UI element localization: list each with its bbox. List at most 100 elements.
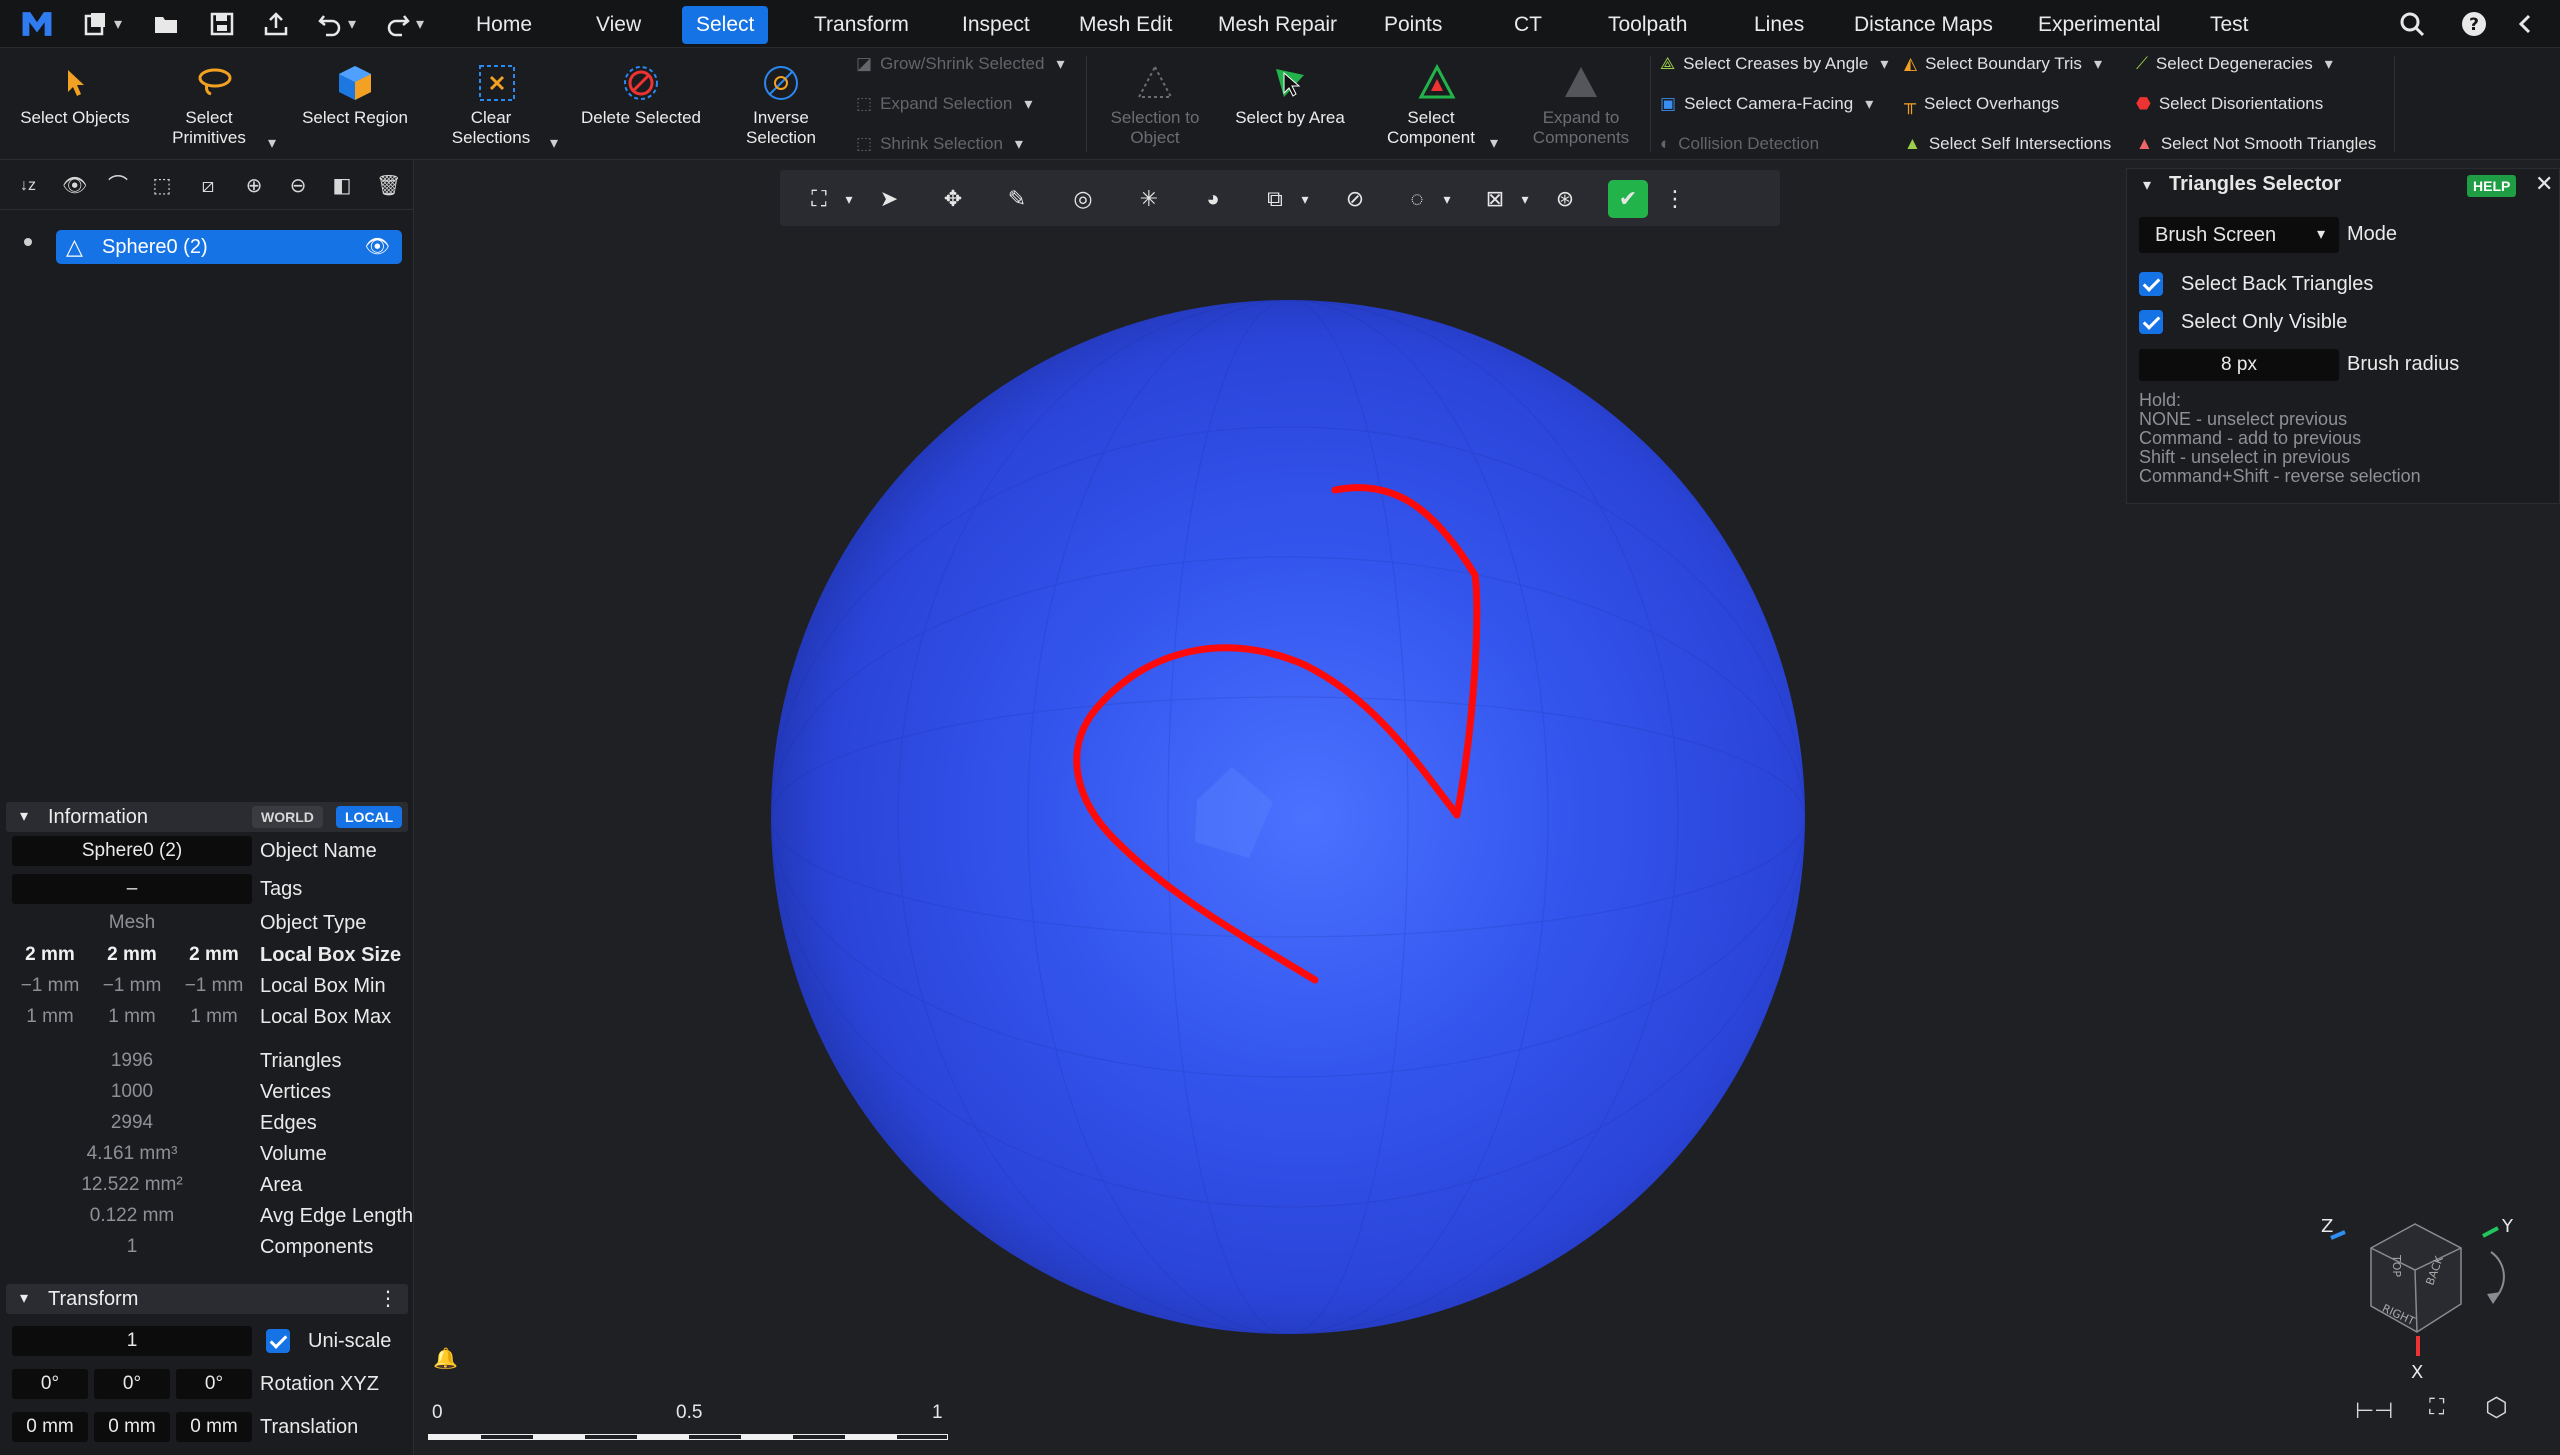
rotation-z-field[interactable]: 0° — [176, 1369, 252, 1399]
trash-icon[interactable]: 🗑 — [376, 174, 401, 198]
collapse-icon[interactable] — [2512, 6, 2540, 42]
select-creases-button[interactable]: ⟁ Select Creases by Angle ▾ — [1660, 54, 1888, 74]
chevron-down-icon[interactable]: ▾ — [834, 184, 864, 214]
tab-view[interactable]: View — [582, 6, 655, 44]
tab-ct[interactable]: CT — [1500, 6, 1556, 44]
tab-experimental[interactable]: Experimental — [2024, 6, 2175, 44]
tab-mesh-repair[interactable]: Mesh Repair — [1204, 6, 1351, 44]
help-icon[interactable]: ? — [2460, 6, 2488, 42]
open-folder-icon[interactable] — [152, 6, 180, 42]
sort-icon[interactable]: ↓z — [16, 174, 40, 198]
select-degeneracies-button[interactable]: ⟋ Select Degeneracies ▾ — [2136, 54, 2333, 74]
tab-select[interactable]: Select — [682, 6, 769, 44]
more-options-icon[interactable]: ⋮ — [1660, 184, 1690, 214]
rotation-x-field[interactable]: 0° — [12, 1369, 88, 1399]
tab-home[interactable]: Home — [462, 6, 546, 44]
collision-detection-button[interactable]: ◐ Collision Detection — [1660, 134, 1819, 154]
tab-points[interactable]: Points — [1370, 6, 1456, 44]
search-icon[interactable] — [2398, 6, 2426, 42]
object-name-field[interactable]: Sphere0 (2) — [12, 836, 252, 866]
tab-inspect[interactable]: Inspect — [948, 6, 1044, 44]
hide-faces-icon[interactable]: ⊘ — [1340, 184, 1370, 214]
help-button[interactable]: HELP — [2467, 175, 2517, 197]
transform-gizmo-icon[interactable]: ✳ — [1134, 184, 1164, 214]
tab-lines[interactable]: Lines — [1740, 6, 1818, 44]
rotate-view-icon[interactable]: ⛶ — [2429, 1394, 2444, 1420]
chevron-down-icon[interactable]: ▾ — [1290, 184, 1320, 214]
shading-icon[interactable]: ◕ — [1198, 184, 1228, 214]
measure-icon[interactable]: ⊢⊣ — [2355, 1398, 2393, 1424]
tab-mesh-edit[interactable]: Mesh Edit — [1065, 6, 1186, 44]
local-toggle[interactable]: LOCAL — [336, 806, 403, 828]
translation-y-field[interactable]: 0 mm — [94, 1412, 170, 1442]
tab-transform[interactable]: Transform — [800, 6, 923, 44]
notification-bell-icon[interactable]: 🔔 — [433, 1346, 458, 1371]
information-header[interactable]: ▾ Information WORLD LOCAL — [6, 802, 408, 832]
scene-tree-item[interactable]: △ Sphere0 (2) 👁 — [56, 230, 402, 264]
chevron-down-icon[interactable]: ▾ — [1510, 184, 1540, 214]
view-cube[interactable]: TOP BACK RIGHT Z Y X — [2305, 1208, 2525, 1398]
lasso-tool-icon[interactable]: ◌ — [1402, 184, 1432, 214]
grow-shrink-button[interactable]: ◪ Grow/Shrink Selected ▾ — [856, 54, 1065, 74]
clip-plane-icon[interactable]: ⧉ — [1260, 184, 1290, 214]
orbit-icon[interactable]: ◎ — [1068, 184, 1098, 214]
hide-icon[interactable]: ⌒ — [106, 174, 130, 198]
more-options-icon[interactable]: ⋮ — [378, 1284, 398, 1314]
tags-field[interactable]: – — [12, 874, 252, 904]
rotation-y-field[interactable]: 0° — [94, 1369, 170, 1399]
select-boundary-tris-button[interactable]: ◭ Select Boundary Tris ▾ — [1904, 54, 2102, 74]
box-select-icon[interactable]: ⊠ — [1480, 184, 1510, 214]
scale-field[interactable]: 1 — [12, 1326, 252, 1356]
confirm-check-icon[interactable]: ✔ — [1608, 180, 1648, 218]
select-camera-facing-button[interactable]: ▣ Select Camera-Facing ▾ — [1660, 94, 1873, 114]
move-down-icon[interactable]: ⊖ — [286, 174, 310, 198]
chevron-down-icon[interactable]: ▾ — [1432, 184, 1462, 214]
select-by-area-button[interactable]: Select by Area — [1225, 58, 1355, 128]
save-icon[interactable] — [208, 6, 236, 42]
transform-header[interactable]: ▾ Transform ⋮ — [6, 1284, 408, 1314]
select-overhangs-button[interactable]: ╥ Select Overhangs — [1904, 94, 2059, 114]
chevron-down-icon[interactable]: ▾ — [2143, 175, 2151, 195]
visibility-eye-icon[interactable]: 👁 — [365, 230, 390, 264]
undo-icon[interactable]: ▾ — [316, 6, 356, 42]
only-visible-checkbox[interactable] — [2139, 310, 2163, 334]
mirror-icon[interactable]: ◧ — [330, 174, 354, 198]
select-region-button[interactable]: Select Region — [290, 58, 420, 128]
select-component-button[interactable]: Select Component ▾ — [1372, 58, 1502, 152]
select-objects-button[interactable]: Select Objects — [10, 58, 140, 128]
deselect-all-icon[interactable]: ⧄ — [196, 174, 220, 198]
tab-test[interactable]: Test — [2196, 6, 2263, 44]
app-logo[interactable] — [14, 6, 60, 42]
uniscale-checkbox[interactable] — [266, 1329, 290, 1353]
select-disorientations-button[interactable]: ⬣ Select Disorientations — [2136, 94, 2323, 114]
move-icon[interactable]: ✥ — [938, 184, 968, 214]
brush-radius-field[interactable]: 8 px — [2139, 349, 2339, 381]
clear-selections-button[interactable]: Clear Selections ▾ — [432, 58, 562, 152]
fit-view-icon[interactable]: ⛶ — [804, 184, 834, 214]
perspective-cube-icon[interactable]: ⬡ — [2485, 1392, 2508, 1423]
expand-to-components-button[interactable]: Expand to Components — [1516, 58, 1646, 148]
back-triangles-checkbox[interactable] — [2139, 272, 2163, 296]
select-self-intersections-button[interactable]: ▲ Select Self Intersections — [1904, 134, 2111, 154]
select-all-icon[interactable]: ⬚ — [150, 174, 174, 198]
world-toggle[interactable]: WORLD — [252, 806, 323, 828]
save-menu-icon[interactable]: ▾ — [82, 6, 122, 42]
redo-icon[interactable]: ▾ — [384, 6, 424, 42]
tab-distance-maps[interactable]: Distance Maps — [1840, 6, 2007, 44]
show-icon[interactable]: 👁 — [62, 174, 87, 198]
export-icon[interactable] — [262, 6, 290, 42]
delete-selected-button[interactable]: Delete Selected — [576, 58, 706, 128]
edit-mesh-icon[interactable]: ✎ — [1002, 184, 1032, 214]
expand-selection-button[interactable]: ⬚ Expand Selection ▾ — [856, 94, 1032, 114]
selection-to-object-button[interactable]: Selection to Object — [1090, 58, 1220, 148]
select-pointer-icon[interactable]: ➤ — [874, 184, 904, 214]
translation-x-field[interactable]: 0 mm — [12, 1412, 88, 1442]
select-not-smooth-button[interactable]: ▲ Select Not Smooth Triangles — [2136, 134, 2376, 154]
close-icon[interactable]: ✕ — [2535, 171, 2553, 197]
select-primitives-button[interactable]: Select Primitives ▾ — [150, 58, 280, 152]
move-up-icon[interactable]: ⊕ — [242, 174, 266, 198]
invert-icon[interactable]: ⊛ — [1550, 184, 1580, 214]
inverse-selection-button[interactable]: Inverse Selection — [716, 58, 846, 148]
tab-toolpath[interactable]: Toolpath — [1594, 6, 1701, 44]
shrink-selection-button[interactable]: ⬚ Shrink Selection ▾ — [856, 134, 1023, 154]
